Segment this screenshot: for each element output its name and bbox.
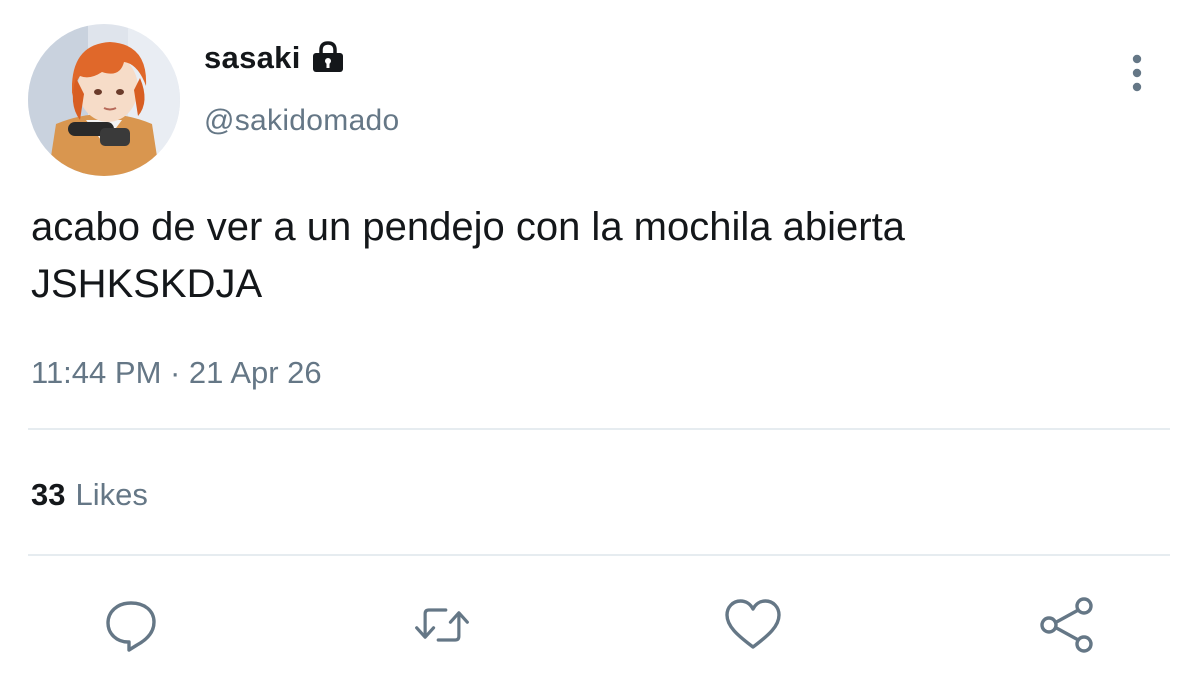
share-icon xyxy=(1040,597,1093,653)
avatar[interactable] xyxy=(28,24,180,176)
retweet-button[interactable] xyxy=(412,595,472,655)
likes-count: 33 xyxy=(31,477,66,512)
divider xyxy=(28,554,1170,556)
share-button[interactable] xyxy=(1037,595,1097,655)
heart-icon xyxy=(725,599,781,649)
tweet-timestamp[interactable]: 11:44 PM · 21 Apr 26 xyxy=(31,355,322,391)
author-name-text: sasaki xyxy=(204,40,301,75)
lock-icon xyxy=(311,41,345,73)
author-display-name[interactable]: sasaki xyxy=(204,40,345,76)
like-button[interactable] xyxy=(723,595,783,655)
likes-stat[interactable]: 33 Likes xyxy=(31,477,148,513)
likes-label: Likes xyxy=(75,477,148,512)
retweet-icon xyxy=(415,608,469,642)
more-options-button[interactable] xyxy=(1118,50,1156,96)
author-handle[interactable]: @sakidomado xyxy=(204,104,400,138)
reply-button[interactable] xyxy=(101,595,161,655)
reply-icon xyxy=(106,601,156,652)
divider xyxy=(28,428,1170,430)
tweet-text: acabo de ver a un pendejo con la mochila… xyxy=(31,205,905,306)
more-vertical-icon xyxy=(1132,54,1142,92)
